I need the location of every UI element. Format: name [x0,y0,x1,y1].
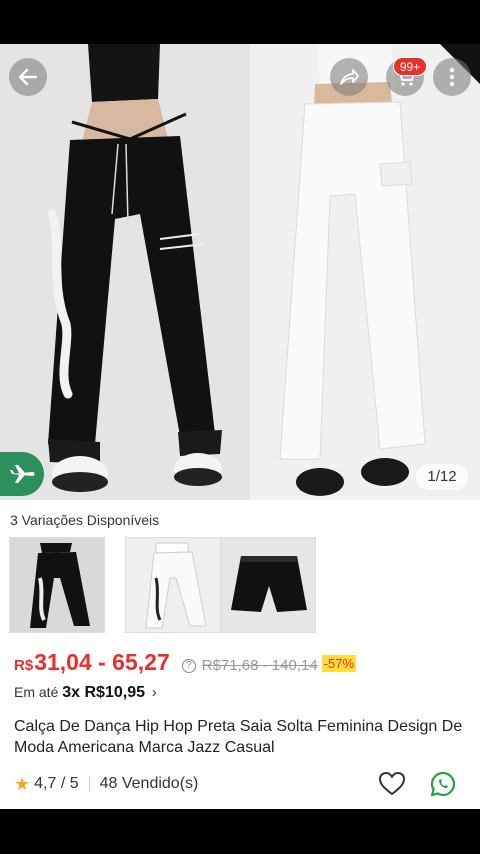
share-button[interactable] [330,58,368,96]
whatsapp-icon [430,771,456,797]
price-currency: R$ [14,657,34,674]
sold-count: 48 Vendido(s) [99,775,199,792]
heart-icon [379,772,405,795]
installment-value: 3x R$10,95 [62,684,145,701]
installment-prefix: Em até [14,684,59,700]
variation-image [231,556,307,612]
variation-thumbnail-black[interactable] [9,537,105,633]
price-info-icon[interactable]: ? [181,659,196,673]
installment-link[interactable]: Em até 3x R$10,95 › [14,684,157,702]
divider [88,776,90,792]
product-details: 3 Variações Disponíveis R$ 31,04 - 65,27… [0,500,480,809]
product-image-gallery[interactable] [0,44,480,500]
back-arrow-icon [18,68,38,86]
price-row: R$ 31,04 - 65,27 ? R$71,68 - 140,14 -57% [14,649,357,679]
variations-title: 3 Variações Disponíveis [10,512,160,528]
chevron-right-icon: › [151,684,157,701]
product-title: Calça De Dança Hip Hop Preta Saia Solta … [14,718,463,756]
discount-badge: -57% [321,655,357,672]
variation-thumbnail-white[interactable] [125,537,221,633]
product-photo [47,44,480,496]
favorite-button[interactable] [378,770,406,798]
original-price: R$71,68 - 140,14 [201,657,318,674]
international-shipping-badge[interactable] [0,452,44,496]
rating-row[interactable]: ★ 4,7 / 5 48 Vendido(s) [14,773,198,795]
share-icon [340,69,359,85]
back-button[interactable] [9,58,47,96]
star-icon: ★ [14,773,31,794]
bottom-bar [0,809,480,854]
airplane-icon [10,465,35,483]
more-options-button[interactable] [433,58,471,96]
status-bar [0,0,480,44]
image-counter: 1/12 [416,464,468,490]
variation-image [145,542,207,629]
more-vertical-icon [449,67,455,87]
price-range: 31,04 - 65,27 [34,649,170,675]
rating-value: 4,7 / 5 [34,775,79,792]
variation-thumbnail-shorts[interactable] [220,537,316,633]
variation-image [30,543,90,628]
whatsapp-share-button[interactable] [429,770,457,798]
cart-count-badge: 99+ [393,57,427,76]
